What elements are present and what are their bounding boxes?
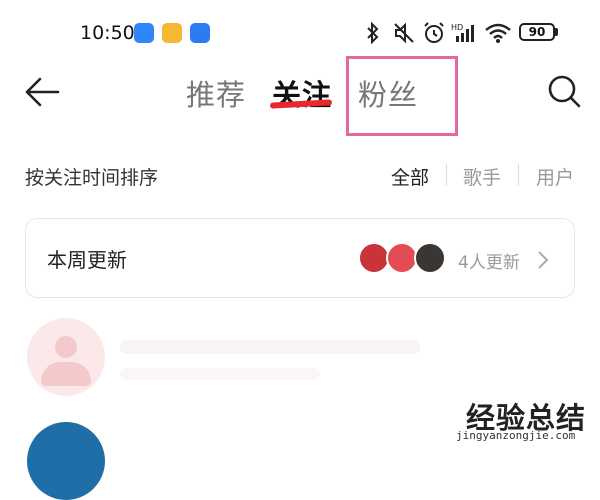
status-time: 10:50 — [80, 22, 135, 44]
search-icon[interactable] — [546, 73, 582, 109]
list-item-avatar[interactable] — [27, 422, 105, 500]
wifi-icon — [485, 23, 511, 43]
placeholder-text-line — [120, 368, 320, 380]
mute-icon — [394, 22, 414, 44]
weekly-update-title: 本周更新 — [47, 248, 127, 272]
avatar — [414, 242, 446, 274]
watermark-url: jingyanzongjie.com — [456, 429, 576, 442]
back-arrow-icon[interactable] — [24, 76, 60, 108]
app-notification-icon — [190, 23, 210, 43]
filter-singers[interactable]: 歌手 — [463, 163, 501, 190]
cellular-signal-icon: HD — [451, 23, 474, 42]
placeholder-avatar-head — [55, 336, 77, 358]
filter-divider — [518, 164, 519, 186]
chevron-right-icon — [538, 251, 549, 269]
bluetooth-icon — [367, 22, 379, 44]
app-notification-icon — [134, 23, 154, 43]
battery-indicator: 90 — [519, 23, 555, 41]
filter-all[interactable]: 全部 — [391, 163, 429, 190]
placeholder-avatar-body — [41, 362, 91, 386]
placeholder-text-line — [120, 340, 420, 354]
filter-users[interactable]: 用户 — [536, 163, 574, 190]
sort-order-label[interactable]: 按关注时间排序 — [25, 163, 158, 190]
highlight-annotation-box — [346, 56, 458, 136]
alarm-icon — [424, 22, 444, 43]
update-count: 4人更新 — [458, 253, 520, 273]
svg-text:HD: HD — [451, 23, 463, 32]
app-notification-icon — [162, 23, 182, 43]
filter-divider — [446, 164, 447, 186]
tab-recommend[interactable]: 推荐 — [186, 72, 246, 114]
battery-cap — [555, 28, 558, 36]
